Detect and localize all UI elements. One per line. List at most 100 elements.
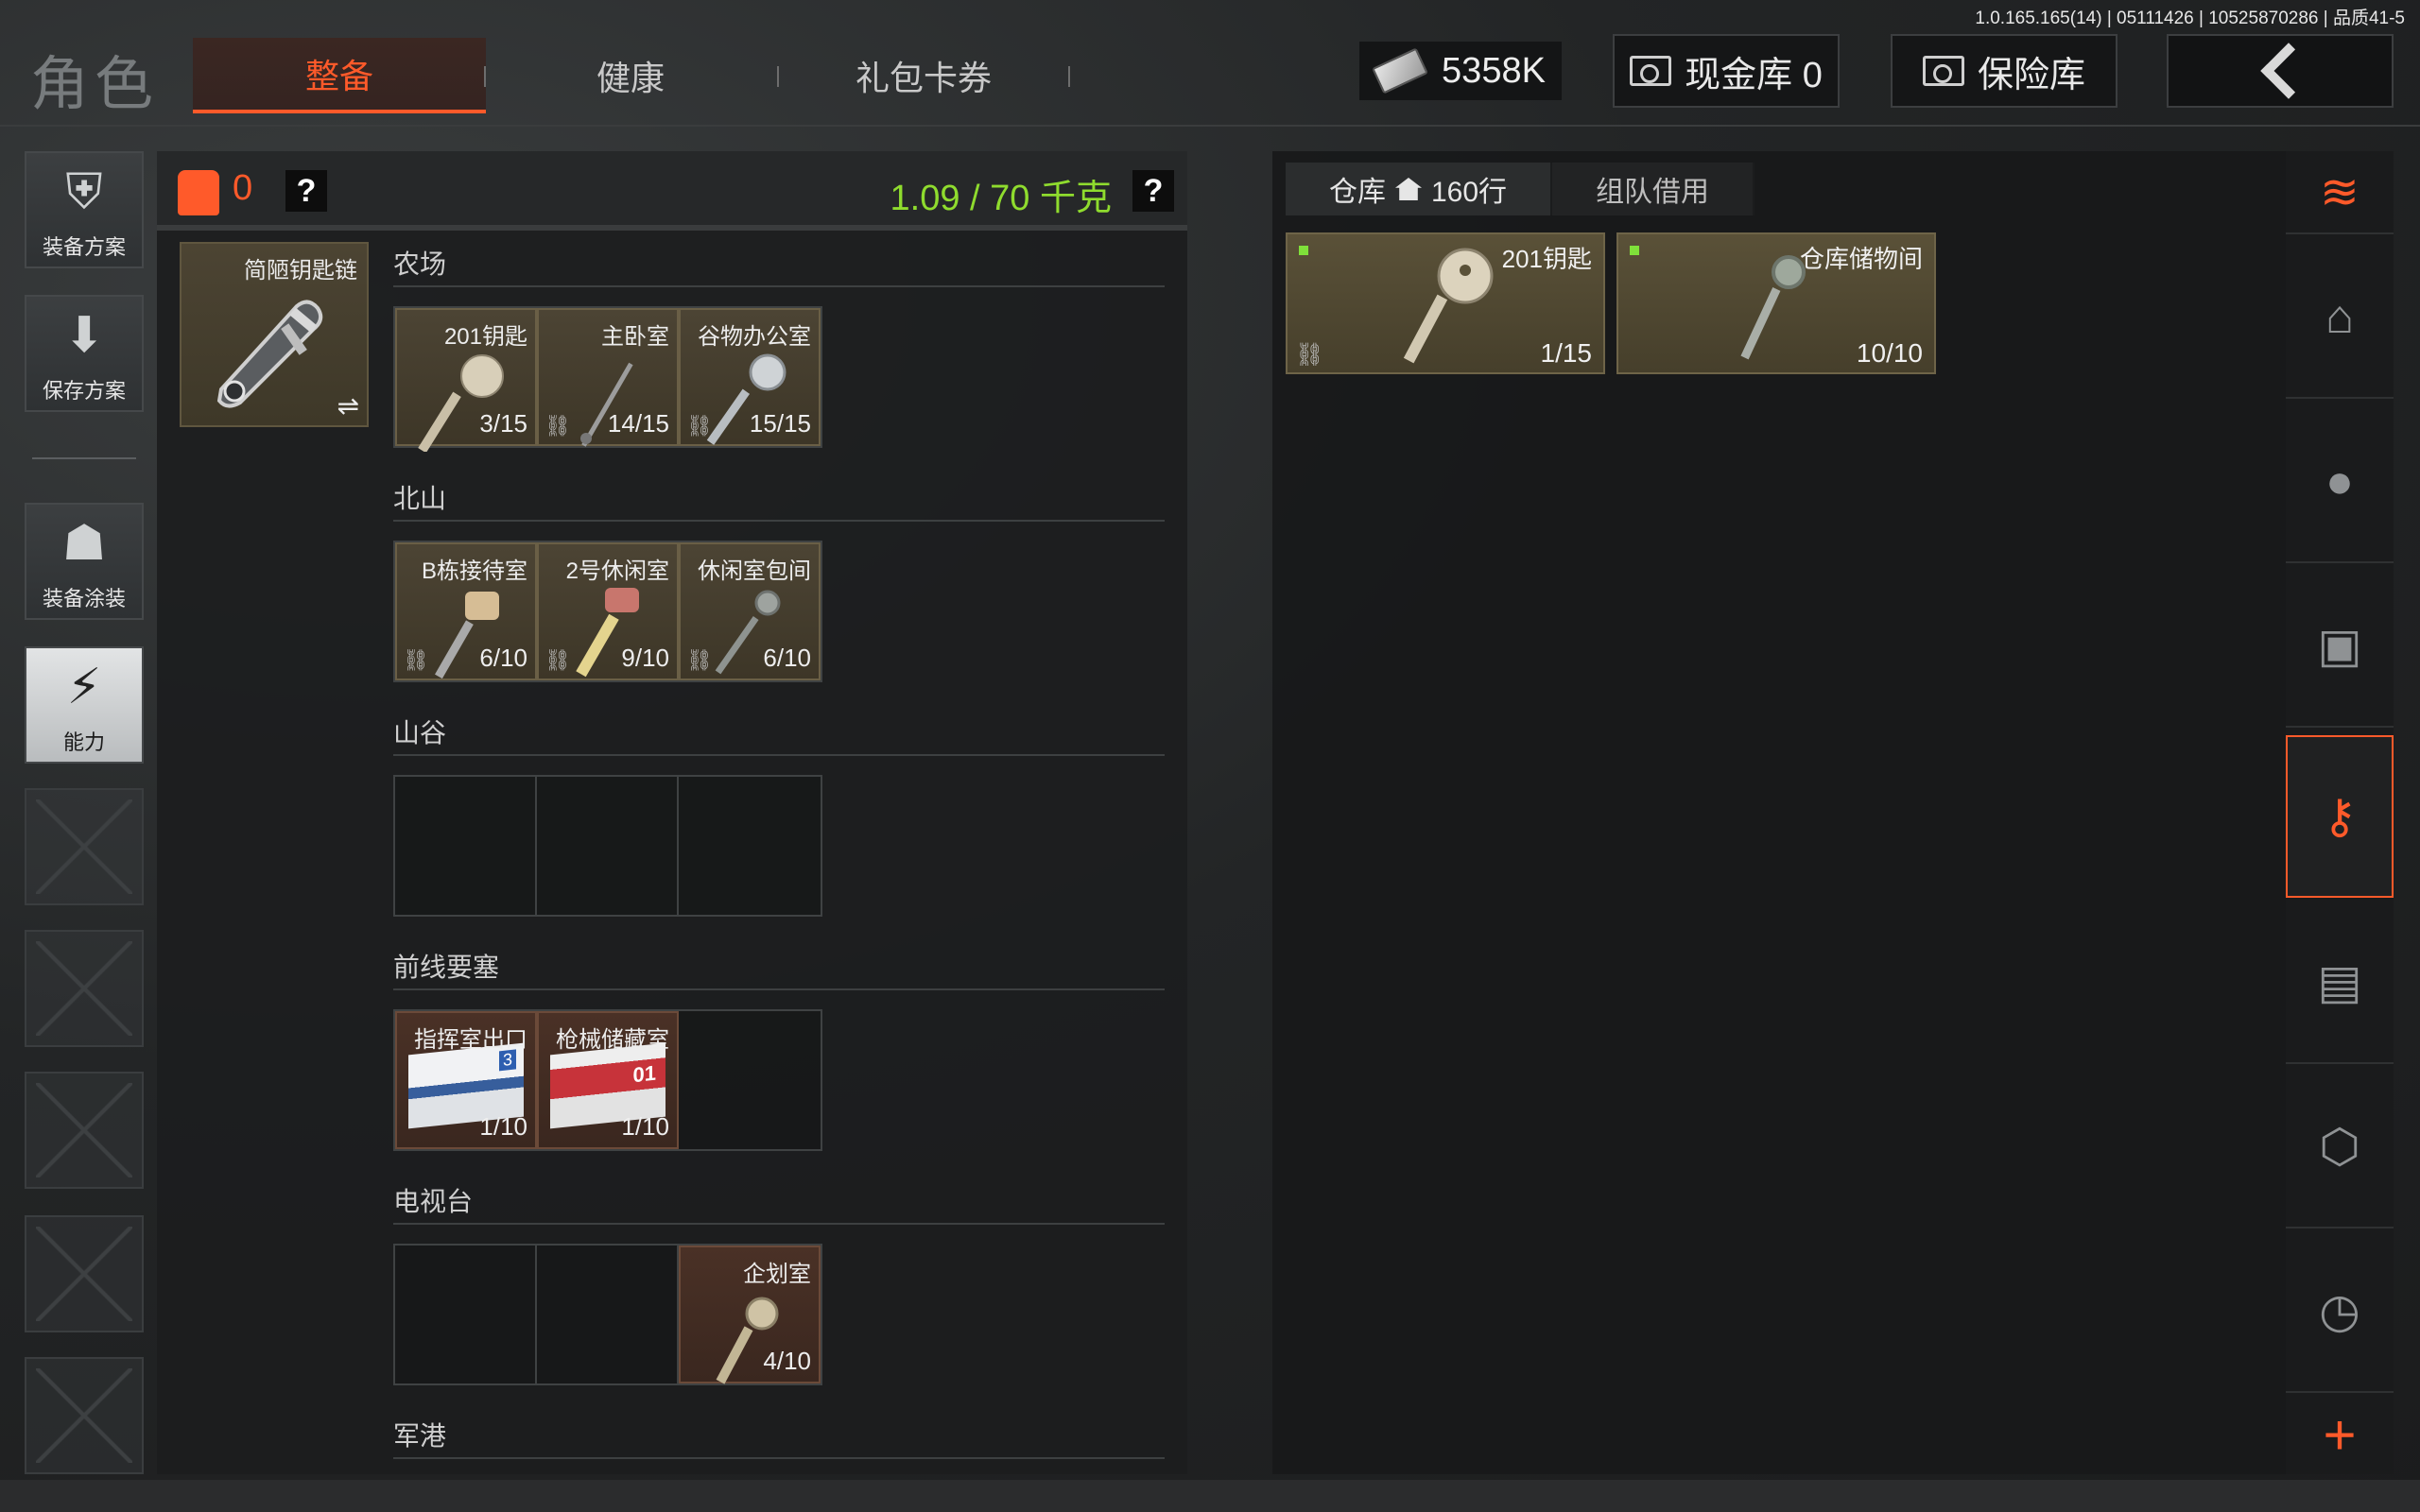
key-name: 2号休闲室 [565, 558, 669, 584]
cash-vault-label: 现金库 0 [1685, 55, 1823, 95]
stack-refresh-icon[interactable]: ≋ [2286, 151, 2394, 234]
keycard-slot[interactable]: 3 指挥室出口 1/10 [395, 1011, 537, 1149]
empty-slot[interactable] [537, 777, 679, 915]
slot-row-north-mountain: ⛓ B栋接待室 6/10 ⛓ 2号休闲室 9/10 ⛓ 休闲室包间 6/10 [393, 541, 822, 682]
sidebar-empty-slot [25, 930, 144, 1047]
section-title-valley: 山谷 [393, 718, 447, 747]
sidebar-item-label: 装备涂装 [42, 587, 126, 610]
empty-slot[interactable] [395, 777, 537, 915]
vest-count: 0 [233, 168, 253, 208]
section-divider [393, 1457, 1165, 1459]
crate-icon[interactable]: ⬡ [2286, 1066, 2394, 1228]
key-slot[interactable]: 企划室 4/10 [679, 1246, 821, 1384]
empty-slot[interactable] [679, 777, 821, 915]
clock-icon[interactable]: ◷ [2286, 1230, 2394, 1393]
warehouse-tabs: 仓库 160行 组队借用 [1286, 163, 1755, 215]
keycard-number: 01 [632, 1060, 656, 1088]
right-rail: ≋ ⌂ ● ▣ ⚷ ▤ ⬡ ◷ + [2286, 151, 2394, 1474]
tab-outfit[interactable]: 整备 [193, 38, 486, 113]
armor-icon: ⛨ [65, 163, 103, 219]
grenade-icon[interactable]: ● [2286, 401, 2394, 563]
key-name: B栋接待室 [421, 558, 527, 584]
header-divider [0, 125, 2420, 127]
key-slot[interactable]: ⛓ 谷物办公室 15/15 [679, 308, 821, 446]
sidebar-empty-slot [25, 1072, 144, 1189]
empty-slot[interactable] [395, 1246, 537, 1383]
key-slot[interactable]: ⛓ 主卧室 14/15 [537, 308, 679, 447]
keycard-slot[interactable]: 01 枪械储藏室 1/10 [537, 1011, 679, 1149]
weight-help-button[interactable]: ? [1132, 170, 1174, 212]
sidebar-item-abilities[interactable]: ⚡ 能力 [25, 646, 144, 764]
key-slot[interactable]: ⛓ B栋接待室 6/10 [395, 542, 537, 680]
keychain-header: 0 ? 1.09 / 70 千克 ? [157, 151, 1187, 231]
plus-icon[interactable]: + [2286, 1395, 2394, 1474]
bottom-bar [0, 1480, 2420, 1512]
ammo-box-icon[interactable]: ▣ [2286, 565, 2394, 728]
tab-health[interactable]: 健康 [484, 38, 777, 113]
sidebar-item-skins[interactable]: ☗ 装备涂装 [25, 503, 144, 620]
safe-button[interactable]: 保险库 [1891, 34, 2118, 108]
key-slot[interactable]: 201钥匙 3/15 [395, 308, 537, 452]
key-slot[interactable]: ⛓ 休闲室包间 6/10 [679, 542, 821, 680]
warehouse-item[interactable]: ⛓ 201钥匙 1/15 [1286, 232, 1605, 374]
section-divider [393, 285, 1165, 287]
key-count: 14/15 [607, 409, 669, 438]
warehouse-item[interactable]: 仓库储物间 10/10 [1616, 232, 1936, 374]
tab-separator [1068, 66, 1070, 87]
swap-icon[interactable]: ⇌ [337, 390, 359, 421]
section-title-farm: 农场 [393, 249, 447, 279]
lock-icon: ⛓ [544, 414, 571, 438]
empty-slot[interactable] [537, 1246, 679, 1383]
tab-team-borrow[interactable]: 组队借用 [1552, 163, 1755, 215]
sidebar-item-loadout[interactable]: ⛨ 装备方案 [25, 151, 144, 268]
key-name: 休闲室包间 [698, 558, 811, 584]
slot-row-frontline-fortress: 3 指挥室出口 1/10 01 枪械储藏室 1/10 [393, 1009, 822, 1151]
lock-icon: ⛓ [403, 648, 429, 672]
back-button[interactable] [2167, 34, 2394, 108]
vault-icon [1630, 56, 1672, 86]
sidebar-empty-slot [25, 1357, 144, 1474]
slot-row-valley [393, 775, 822, 917]
key-name: 企划室 [743, 1262, 811, 1287]
warehouse-panel: 仓库 160行 组队借用 ⛓ 201钥匙 1/15 仓库储物间 10/10 [1272, 151, 2286, 1474]
help-button[interactable]: ? [285, 170, 327, 212]
empty-slot[interactable] [679, 1011, 821, 1149]
version-info: 1.0.165.165(14) | 05111426 | 10525870286… [1975, 9, 2405, 28]
key-name: 谷物办公室 [698, 324, 811, 350]
key-download-icon[interactable]: ⚷ [2286, 735, 2394, 898]
slot-row-farm: 201钥匙 3/15 ⛓ 主卧室 14/15 ⛓ 谷物办公室 15/15 [393, 306, 822, 452]
cash-vault-button[interactable]: 现金库 0 [1613, 34, 1840, 108]
keycard-name: 指挥室出口 [414, 1027, 527, 1053]
cash-icon [1372, 47, 1428, 94]
lock-icon: ⛓ [686, 648, 713, 672]
key-count: 6/10 [479, 644, 527, 672]
item-name: 201钥匙 [1501, 245, 1592, 273]
keychain-item[interactable]: 简陋钥匙链 ⇌ [180, 242, 369, 427]
new-indicator [1299, 246, 1308, 255]
safe-label: 保险库 [1977, 55, 2085, 95]
currency-display[interactable]: 5358K [1359, 42, 1562, 100]
safe-icon [1922, 56, 1964, 86]
lock-icon: ⛓ [544, 648, 571, 672]
sidebar-item-label: 装备方案 [42, 235, 126, 259]
key-name: 主卧室 [601, 324, 669, 350]
home-icon[interactable]: ⌂ [2286, 236, 2394, 399]
sidebar-item-label: 保存方案 [42, 379, 126, 403]
cash-icon[interactable]: ▤ [2286, 902, 2394, 1064]
tab-gift-coupons[interactable]: 礼包卡券 [777, 38, 1070, 113]
key-name: 201钥匙 [443, 324, 527, 350]
slot-row-tv-station: 企划室 4/10 [393, 1244, 822, 1385]
section-divider [393, 520, 1165, 522]
section-divider [393, 754, 1165, 756]
warehouse-rows: 160行 [1431, 177, 1508, 208]
keychain-panel: 0 ? 1.09 / 70 千克 ? 简陋钥匙链 ⇌ 农场 201钥匙 3/15… [157, 151, 1187, 1474]
vest-icon [178, 170, 219, 215]
section-divider [393, 988, 1165, 990]
tab-warehouse[interactable]: 仓库 160行 [1286, 163, 1553, 215]
download-icon: ⬇ [63, 308, 105, 363]
key-slot[interactable]: ⛓ 2号休闲室 9/10 [537, 542, 679, 680]
tab-warehouse-label: 仓库 [1329, 177, 1386, 208]
chevron-left-icon [2260, 43, 2317, 99]
key-count: 9/10 [621, 644, 669, 672]
sidebar-item-save-loadout[interactable]: ⬇ 保存方案 [25, 295, 144, 412]
